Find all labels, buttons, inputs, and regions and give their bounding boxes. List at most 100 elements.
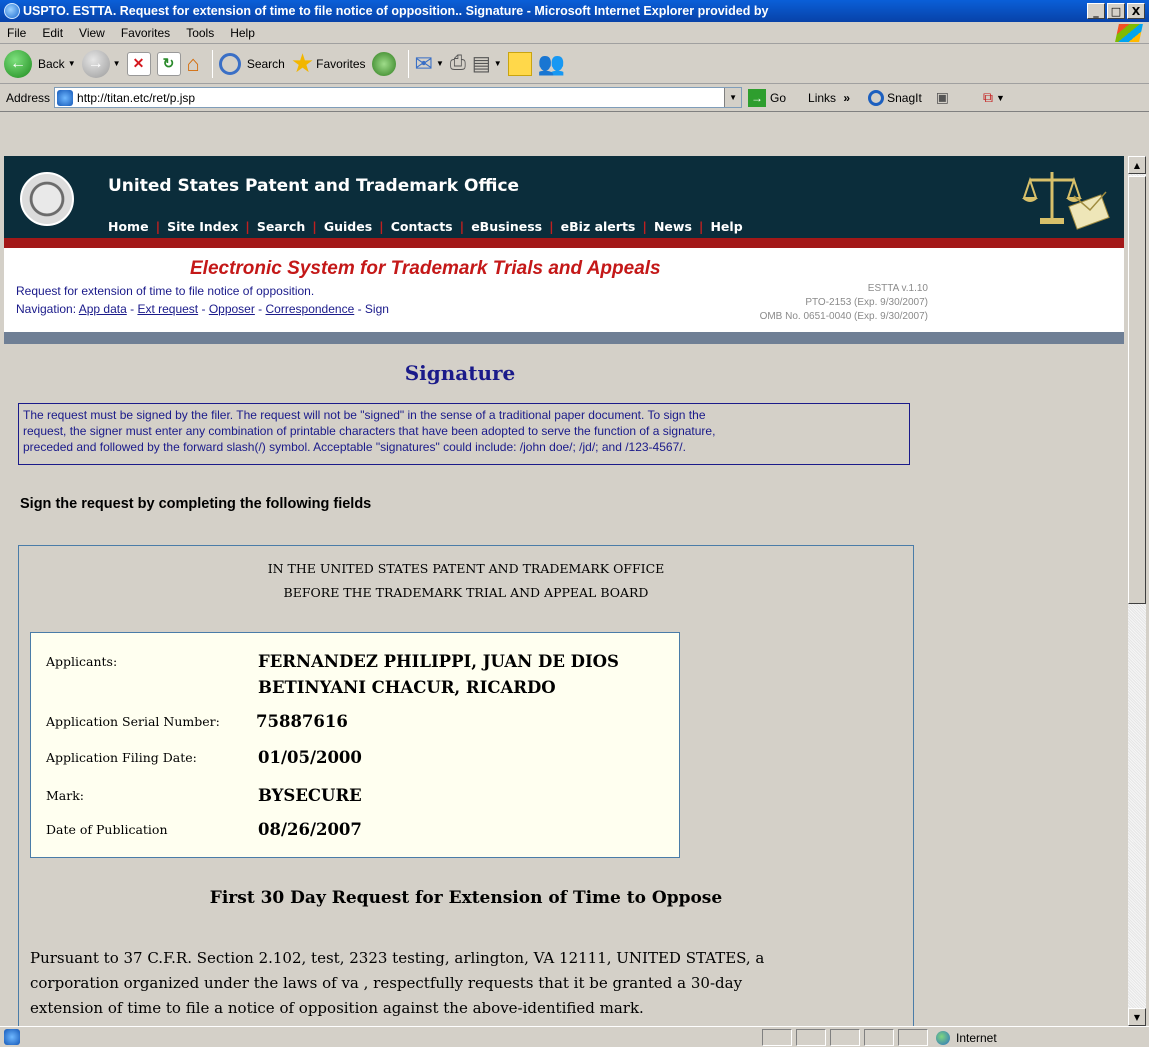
- window-title: USPTO. ESTTA. Request for extension of t…: [23, 4, 769, 18]
- maximize-button[interactable]: □: [1107, 3, 1125, 19]
- stop-icon: ✕: [126, 51, 151, 76]
- links-chevron-icon[interactable]: »: [843, 91, 850, 105]
- uspto-nav: Home | Site Index | Search | Guides | Co…: [108, 219, 743, 234]
- page-icon: [57, 89, 74, 106]
- nav-ebusiness[interactable]: eBusiness: [471, 219, 542, 234]
- back-button[interactable]: ← Back ▼: [4, 49, 76, 78]
- status-pane: [864, 1029, 894, 1046]
- internet-explorer-icon: [4, 3, 20, 19]
- menu-file[interactable]: File: [0, 26, 35, 40]
- window-controls: _ □ X: [1087, 3, 1145, 19]
- address-dropdown-icon[interactable]: ▼: [724, 88, 742, 107]
- nav-link-ext-request[interactable]: Ext request: [137, 302, 198, 316]
- stop-button[interactable]: ✕: [126, 51, 151, 76]
- back-dropdown-icon[interactable]: ▼: [68, 59, 76, 68]
- page-status-icon: [4, 1029, 20, 1045]
- search-button[interactable]: Search: [218, 52, 285, 75]
- toolbar-separator: [211, 49, 213, 78]
- favorites-button[interactable]: ★ Favorites: [291, 48, 366, 79]
- nav-ebiz-alerts[interactable]: eBiz alerts: [561, 219, 636, 234]
- estta-version-block: ESTTA v.1.10 PTO-2153 (Exp. 9/30/2007) O…: [760, 282, 928, 324]
- estta-title: Electronic System for Trademark Trials a…: [190, 258, 661, 279]
- scrollbar-thumb[interactable]: [1128, 176, 1146, 604]
- search-icon: [218, 52, 241, 75]
- nav-dash: -: [126, 302, 138, 316]
- go-button[interactable]: → Go: [748, 88, 787, 107]
- forward-button[interactable]: → ▼: [81, 49, 121, 78]
- request-line: corporation organized under the laws of …: [30, 974, 743, 992]
- mail-dropdown-icon[interactable]: ▼: [436, 59, 444, 68]
- nav-news[interactable]: News: [654, 219, 692, 234]
- nav-current-sign: Sign: [364, 302, 389, 316]
- links-button[interactable]: Links »: [808, 91, 850, 105]
- security-zone: Internet: [936, 1029, 997, 1046]
- print-button[interactable]: ⎙: [450, 52, 466, 75]
- edit-dropdown-icon[interactable]: ▼: [494, 59, 502, 68]
- acrobat-icon[interactable]: ⧉: [983, 89, 993, 106]
- menu-favorites[interactable]: Favorites: [114, 26, 179, 40]
- menu-help[interactable]: Help: [223, 26, 264, 40]
- nav-contacts[interactable]: Contacts: [391, 219, 453, 234]
- estta-banner: Electronic System for Trademark Trials a…: [4, 248, 1124, 332]
- status-pane: [830, 1029, 860, 1046]
- status-pane: [796, 1029, 826, 1046]
- go-arrow-icon: →: [748, 88, 767, 107]
- nav-guides[interactable]: Guides: [324, 219, 372, 234]
- status-bar: Internet: [0, 1026, 1149, 1047]
- menu-edit[interactable]: Edit: [35, 26, 72, 40]
- nav-search[interactable]: Search: [257, 219, 305, 234]
- vertical-scrollbar[interactable]: ▲ ▼: [1128, 156, 1146, 1026]
- zone-label: Internet: [956, 1030, 997, 1045]
- notes-button[interactable]: [507, 51, 532, 76]
- nav-link-correspondence[interactable]: Correspondence: [266, 302, 355, 316]
- nav-home[interactable]: Home: [108, 219, 149, 234]
- publication-date-label: Date of Publication: [46, 822, 168, 837]
- nav-link-opposer[interactable]: Opposer: [209, 302, 255, 316]
- status-pane: [898, 1029, 928, 1046]
- nav-site-index[interactable]: Site Index: [167, 219, 238, 234]
- address-url[interactable]: http://titan.etc/ret/p.jsp: [77, 91, 724, 105]
- edit-button[interactable]: ▤ ▼: [472, 51, 502, 76]
- nav-separator: |: [459, 219, 465, 234]
- refresh-button[interactable]: ↻: [156, 51, 181, 76]
- toolbar-separator: [407, 49, 409, 78]
- note-icon: [507, 51, 532, 76]
- menu-tools[interactable]: Tools: [179, 26, 223, 40]
- go-label: Go: [770, 90, 787, 105]
- estta-subtitle: Request for extension of time to file no…: [16, 284, 315, 298]
- edit-icon: ▤: [471, 53, 491, 75]
- uspto-header: United States Patent and Trademark Offic…: [4, 156, 1124, 238]
- sign-instruction: Sign the request by completing the follo…: [20, 496, 372, 512]
- nav-dash: -: [354, 302, 365, 316]
- snagit-button[interactable]: SnagIt: [868, 89, 922, 106]
- scroll-down-icon[interactable]: ▼: [1128, 1008, 1146, 1026]
- status-pane: [762, 1029, 792, 1046]
- nav-dash: -: [198, 302, 209, 316]
- filing-date-label: Application Filing Date:: [46, 750, 197, 765]
- nav-separator: |: [312, 219, 317, 234]
- nav-separator: |: [549, 219, 554, 234]
- standard-toolbar: ← Back ▼ → ▼ ✕ ↻ ⌂ Search ★ Favorites ✉ …: [0, 44, 1149, 84]
- home-button[interactable]: ⌂: [187, 51, 200, 77]
- forward-arrow-icon: →: [81, 49, 110, 78]
- nav-link-app-data[interactable]: App data: [79, 302, 127, 316]
- request-heading: First 30 Day Request for Extension of Ti…: [209, 888, 723, 908]
- snagit-window-icon[interactable]: ▣: [936, 89, 949, 106]
- omb-number: OMB No. 0651-0040 (Exp. 9/30/2007): [759, 311, 928, 322]
- history-button[interactable]: [371, 51, 396, 76]
- mail-button[interactable]: ✉ ▼: [415, 51, 444, 77]
- menu-view[interactable]: View: [72, 26, 114, 40]
- estta-version: ESTTA v.1.10: [867, 283, 928, 294]
- messenger-icon: 👥: [537, 50, 566, 76]
- address-bar: Address http://titan.etc/ret/p.jsp ▼ → G…: [0, 84, 1149, 112]
- snagit-label: SnagIt: [887, 90, 922, 105]
- forward-dropdown-icon[interactable]: ▼: [113, 59, 121, 68]
- nav-help[interactable]: Help: [710, 219, 742, 234]
- minimize-button[interactable]: _: [1087, 3, 1105, 19]
- messenger-button[interactable]: 👥: [538, 51, 565, 77]
- request-body: Pursuant to 37 C.F.R. Section 2.102, tes…: [30, 946, 910, 1021]
- scroll-up-icon[interactable]: ▲: [1128, 156, 1146, 174]
- address-input[interactable]: http://titan.etc/ret/p.jsp ▼: [54, 87, 743, 108]
- close-button[interactable]: X: [1127, 3, 1145, 19]
- acrobat-dropdown-icon[interactable]: ▼: [996, 93, 1005, 103]
